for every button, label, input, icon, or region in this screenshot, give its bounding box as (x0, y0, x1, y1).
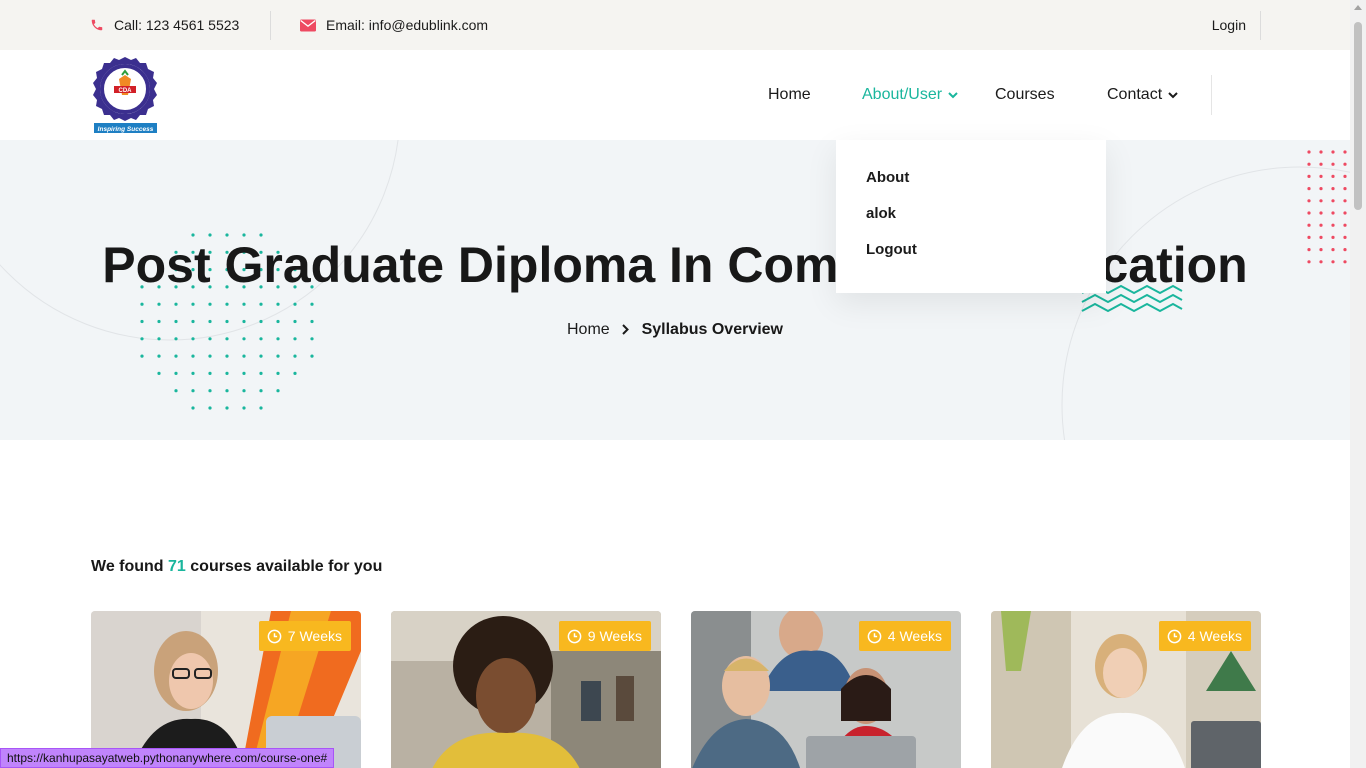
page-scrollbar[interactable] (1350, 0, 1366, 768)
nav-about-label: About/User (862, 86, 943, 103)
scroll-up-arrow-icon[interactable] (1354, 5, 1362, 10)
found-suffix: courses available for you (185, 558, 383, 575)
envelope-icon (300, 19, 316, 31)
clock-icon (267, 629, 282, 643)
chevron-down-icon (948, 91, 958, 98)
dropdown-item-username[interactable]: alok (866, 205, 896, 222)
breadcrumb: Home Syllabus Overview (0, 321, 1350, 339)
duration-badge: 4 Weeks (1158, 621, 1251, 651)
phone-icon (91, 19, 103, 31)
course-card[interactable]: 4 Weeks (991, 611, 1261, 768)
topbar-divider (270, 11, 271, 40)
login-link[interactable]: Login (1212, 0, 1246, 50)
main-header: CDA Inspiring Success Home About/User Co… (0, 50, 1350, 140)
duration-text: 4 Weeks (887, 628, 942, 644)
course-card[interactable]: 4 Weeks (691, 611, 961, 768)
academy-logo[interactable]: CDA Inspiring Success (91, 56, 159, 134)
duration-badge: 9 Weeks (558, 621, 651, 651)
breadcrumb-current: Syllabus Overview (641, 321, 783, 338)
header-divider (1211, 75, 1212, 115)
course-card[interactable]: 7 Weeks (91, 611, 361, 768)
dropdown-item-logout[interactable]: Logout (866, 241, 917, 258)
breadcrumb-home[interactable]: Home (567, 321, 610, 338)
chevron-down-icon (1168, 91, 1178, 98)
call-text: Call: 123 4561 5523 (114, 17, 240, 33)
svg-text:CDA: CDA (119, 88, 133, 94)
duration-text: 7 Weeks (287, 628, 342, 644)
clock-icon (1167, 629, 1182, 643)
duration-text: 4 Weeks (1187, 628, 1242, 644)
nav-about-user[interactable]: About/User (862, 50, 958, 140)
topbar-divider (1260, 11, 1261, 40)
courses-found-text: We found 71 courses available for you (91, 558, 382, 576)
call-info: Call: 123 4561 5523 (90, 0, 239, 50)
chevron-right-icon (622, 324, 630, 335)
logo-tagline: Inspiring Success (98, 126, 154, 133)
duration-badge: 7 Weeks (258, 621, 351, 651)
nav-home[interactable]: Home (768, 50, 811, 140)
course-count: 71 (168, 558, 186, 575)
nav-contact-label: Contact (1107, 86, 1163, 103)
nav-courses[interactable]: Courses (995, 50, 1055, 140)
duration-badge: 4 Weeks (858, 621, 951, 651)
email-info: Email: info@edublink.com (300, 0, 488, 50)
course-card[interactable]: 9 Weeks (391, 611, 661, 768)
found-prefix: We found (91, 558, 169, 575)
duration-text: 9 Weeks (587, 628, 642, 644)
nav-contact[interactable]: Contact (1107, 50, 1178, 140)
about-user-dropdown: About alok Logout (836, 140, 1106, 293)
link-status-url: https://kanhupasayatweb.pythonanywhere.c… (0, 748, 335, 768)
clock-icon (567, 629, 582, 643)
scrollbar-thumb[interactable] (1354, 22, 1362, 210)
dropdown-item-about[interactable]: About (866, 169, 909, 186)
top-bar: Call: 123 4561 5523 Email: info@edublink… (0, 0, 1350, 50)
clock-icon (867, 629, 882, 643)
email-text: Email: info@edublink.com (326, 17, 489, 33)
page-title: Post Graduate Diploma In Computer Applic… (102, 237, 1248, 293)
page-banner: Post Graduate Diploma In Computer Applic… (0, 140, 1350, 440)
